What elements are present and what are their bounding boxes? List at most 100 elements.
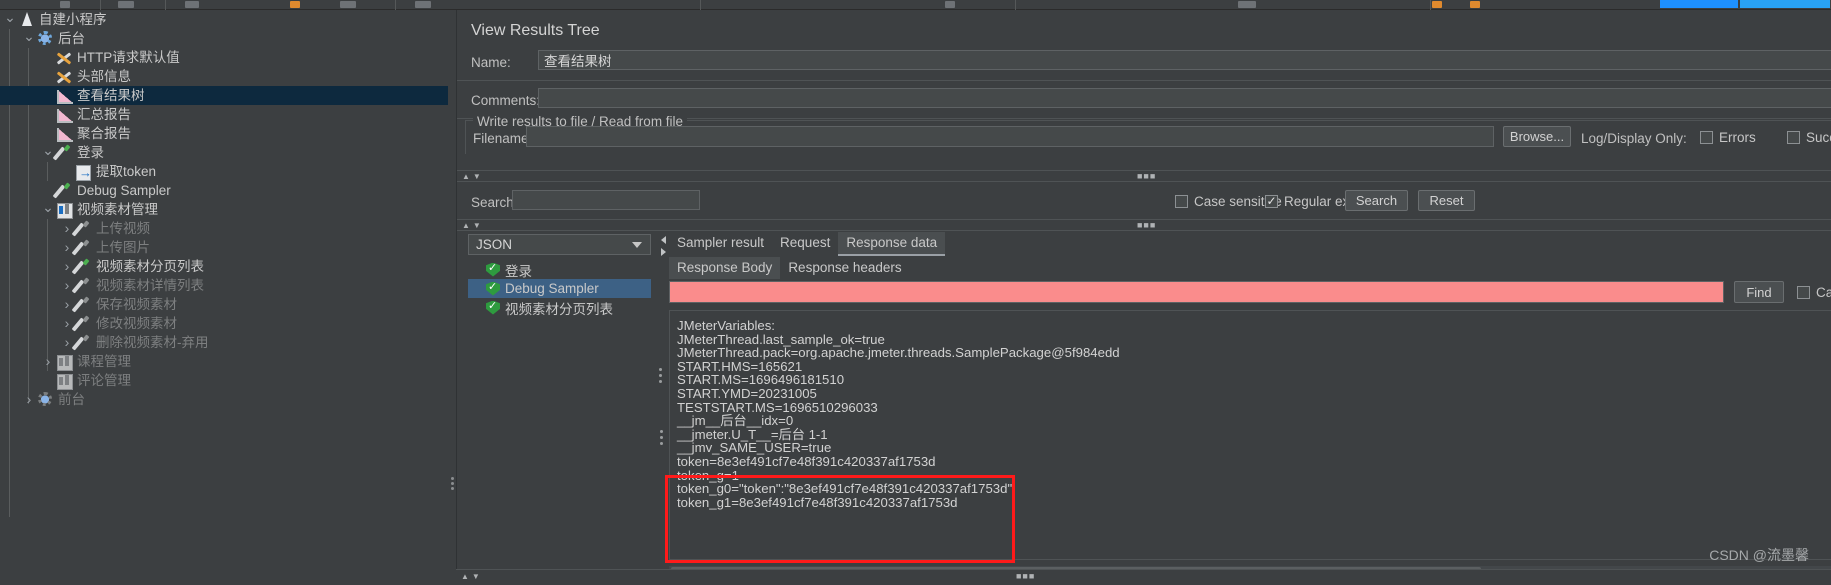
collapse-dots-icon-2[interactable]: ■■■: [1137, 220, 1156, 230]
search-button[interactable]: Search: [1345, 190, 1408, 211]
chevron-right-icon[interactable]: [60, 257, 74, 276]
tree-item-10[interactable]: 视频素材管理: [0, 200, 448, 219]
find-button[interactable]: Find: [1734, 281, 1784, 303]
tree-item-20[interactable]: 前台: [0, 390, 448, 409]
tab-sampler-result[interactable]: Sampler result: [669, 232, 772, 254]
splitter-grip[interactable]: [451, 477, 454, 491]
chevron-right-icon[interactable]: [60, 333, 74, 352]
tree-item-12[interactable]: 上传图片: [0, 238, 448, 257]
find-case-sensitive-row[interactable]: Case sensitive: [1797, 285, 1831, 300]
chevron-right-icon[interactable]: [60, 219, 74, 238]
tree-item-0[interactable]: 自建小程序: [0, 10, 448, 29]
chevron-right-icon[interactable]: [60, 314, 74, 333]
result-row-2[interactable]: 视频素材分页列表: [468, 298, 651, 317]
tree-item-7[interactable]: 登录: [0, 143, 448, 162]
expand-right-icon[interactable]: [661, 248, 666, 256]
tree-item-label: 上传图片: [96, 240, 150, 255]
chevron-right-icon[interactable]: [60, 276, 74, 295]
name-input[interactable]: [538, 50, 1831, 70]
search-regular-exp-checkbox[interactable]: [1265, 195, 1278, 208]
controller-icon: [55, 372, 73, 390]
collapse-bar-top[interactable]: ▲▼ ■■■: [457, 170, 1831, 182]
collapse-bar-results[interactable]: ▲▼ ■■■: [457, 219, 1831, 231]
tree-item-label: 视频素材管理: [77, 202, 158, 217]
chevron-down-icon[interactable]: [22, 29, 36, 48]
collapse-arrows-icon[interactable]: ▲▼: [462, 172, 484, 181]
tree-item-9[interactable]: Debug Sampler: [0, 181, 448, 200]
tree-item-17[interactable]: 删除视频素材-弃用: [0, 333, 448, 352]
results-splitter[interactable]: [659, 236, 668, 256]
sampler-pen-icon: [74, 220, 92, 237]
search-input[interactable]: [512, 190, 700, 210]
errors-checkbox[interactable]: [1700, 131, 1713, 144]
comments-input[interactable]: [538, 88, 1831, 108]
search-case-sensitive-checkbox[interactable]: [1175, 195, 1188, 208]
find-case-sensitive-checkbox[interactable]: [1797, 286, 1810, 299]
result-row-1[interactable]: Debug Sampler: [468, 279, 651, 298]
response-body-area[interactable]: JMeterVariables: JMeterThread.last_sampl…: [669, 310, 1831, 560]
tree-item-5[interactable]: 汇总报告: [0, 105, 448, 124]
tree-item-18[interactable]: 课程管理: [0, 352, 448, 371]
filename-label: Filename: [473, 131, 529, 146]
tab-response-body[interactable]: Response Body: [669, 257, 781, 279]
results-list[interactable]: 登录 Debug Sampler 视频素材分页列表: [468, 260, 651, 560]
tree-item-8[interactable]: 提取token: [0, 162, 448, 182]
tree-item-label: 自建小程序: [39, 12, 107, 27]
renderer-combo[interactable]: JSON: [468, 234, 651, 255]
successes-checkbox[interactable]: [1787, 131, 1800, 144]
chevron-down-icon[interactable]: [41, 200, 55, 219]
splitter-dots-icon[interactable]: [659, 368, 663, 386]
errors-checkbox-row[interactable]: Errors: [1700, 130, 1756, 145]
tree-item-6[interactable]: 聚合报告: [0, 124, 448, 143]
tree-item-19[interactable]: 评论管理: [0, 371, 448, 390]
tab-request[interactable]: Request: [772, 232, 838, 254]
chevron-down-icon[interactable]: [41, 143, 55, 162]
sub-tabs[interactable]: Response Body Response headers: [669, 257, 910, 279]
find-highlight-field[interactable]: [669, 281, 1724, 303]
chevron-right-icon[interactable]: [22, 390, 36, 409]
tree-item-3[interactable]: 头部信息: [0, 67, 448, 86]
chevron-down-icon[interactable]: [632, 241, 642, 248]
tree-item-2[interactable]: HTTP请求默认值: [0, 48, 448, 67]
panel-splitter[interactable]: [448, 10, 456, 585]
tree-item-4[interactable]: 查看结果树: [0, 86, 448, 105]
chart-icon: [55, 106, 73, 123]
main-tabs[interactable]: Sampler result Request Response data: [669, 232, 946, 256]
bottom-collapse-dots-icon[interactable]: ■■■: [1016, 571, 1035, 581]
tree-item-14[interactable]: 视频素材详情列表: [0, 276, 448, 295]
tree-item-label: 修改视频素材: [96, 316, 177, 331]
bottom-collapse-bar[interactable]: ▲▼ ■■■: [456, 569, 1831, 585]
result-row-label: 登录: [505, 263, 532, 279]
sampler-pen-icon: [74, 258, 92, 275]
tree-item-11[interactable]: 上传视频: [0, 219, 448, 238]
chevron-down-icon[interactable]: [3, 10, 17, 29]
successes-checkbox-row[interactable]: Successes: [1787, 130, 1831, 145]
collapse-left-icon[interactable]: [661, 236, 666, 244]
collapse-arrows-icon-2[interactable]: ▲▼: [462, 221, 484, 230]
tree-item-13[interactable]: 视频素材分页列表: [0, 257, 448, 276]
chevron-right-icon[interactable]: [60, 238, 74, 257]
test-plan-tree[interactable]: 自建小程序后台 HTTP请求默认值头部信息查看结果树汇总报告聚合报告登录提取tok…: [0, 10, 448, 585]
tab-response-data[interactable]: Response data: [838, 232, 946, 256]
tree-item-15[interactable]: 保存视频素材: [0, 295, 448, 314]
bottom-collapse-arrows-icon[interactable]: ▲▼: [461, 572, 483, 581]
tab-response-headers[interactable]: Response headers: [780, 257, 909, 279]
tree-item-16[interactable]: 修改视频素材: [0, 314, 448, 333]
reset-button[interactable]: Reset: [1418, 190, 1475, 211]
collapse-dots-icon[interactable]: ■■■: [1137, 171, 1156, 181]
result-row-0[interactable]: 登录: [468, 260, 651, 279]
browse-button[interactable]: Browse...: [1503, 126, 1571, 147]
filename-input[interactable]: [526, 126, 1494, 147]
response-splitter-dots-icon[interactable]: [660, 430, 664, 448]
renderer-combo-value: JSON: [476, 237, 513, 252]
tree-item-1[interactable]: 后台: [0, 29, 448, 48]
chevron-right-icon[interactable]: [41, 352, 55, 371]
chevron-right-icon[interactable]: [60, 295, 74, 314]
